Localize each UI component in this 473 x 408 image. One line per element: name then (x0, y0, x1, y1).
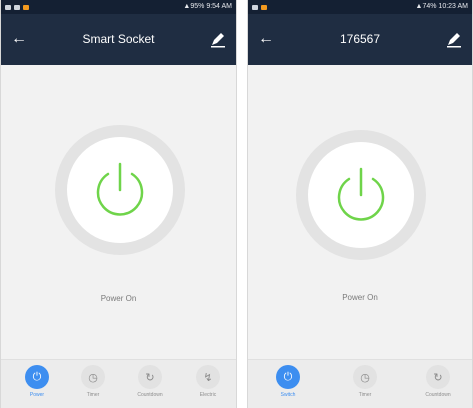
main-content: Power On ⏻ Switch ◷ Timer ↻ Countdown (248, 65, 472, 408)
bottom-tab-bar: ⏻ Power ◷ Timer ↻ Countdown ↯ Electric (1, 359, 236, 408)
timer-icon: ◷ (81, 365, 105, 389)
tab-countdown[interactable]: ↻ Countdown (125, 365, 175, 405)
power-button-face (67, 137, 173, 243)
app-bar: ← Smart Socket (1, 14, 236, 65)
power-status-label: Power On (100, 294, 137, 303)
page-title: 176567 (339, 32, 381, 46)
power-icon (96, 162, 144, 216)
tab-label: Timer (86, 392, 100, 398)
countdown-icon: ↻ (138, 365, 162, 389)
tab-power[interactable]: ⏻ Power (12, 365, 62, 405)
phone-screen-left: ▲​ 95% 9:54 AM ← Smart Socket Power On (0, 0, 237, 408)
tab-timer[interactable]: ◷ Timer (68, 365, 118, 405)
power-icon: ⏻ (276, 365, 300, 389)
power-button[interactable] (296, 130, 426, 260)
notification-icons (252, 0, 267, 14)
power-icon (337, 167, 385, 221)
bottom-tab-bar: ⏻ Switch ◷ Timer ↻ Countdown (248, 359, 472, 408)
main-content: Power On ⏻ Power ◷ Timer ↻ Countdown ↯ E… (1, 65, 236, 408)
status-bar: ▲​ 74% 10:23 AM (248, 0, 472, 14)
status-right: ▲​ 74% 10:23 AM (416, 0, 468, 14)
notification-icons (5, 0, 29, 14)
status-right: ▲​ 95% 9:54 AM (183, 0, 232, 14)
tab-switch[interactable]: ⏻ Switch (263, 365, 313, 405)
mail-notification-icon (14, 4, 20, 10)
back-arrow-icon[interactable]: ← (7, 27, 31, 51)
status-battery-time: 74% 10:23 AM (422, 3, 468, 10)
tab-label: Countdown (137, 392, 163, 398)
tab-label: Power (29, 392, 45, 398)
edit-pencil-icon[interactable] (444, 29, 464, 49)
photo-notification-icon (5, 4, 11, 10)
app-bar: ← 176567 (248, 14, 472, 65)
countdown-icon: ↻ (426, 365, 450, 389)
power-button[interactable] (55, 125, 185, 255)
power-button-face (308, 142, 414, 248)
tab-countdown[interactable]: ↻ Countdown (413, 365, 463, 405)
power-icon: ⏻ (25, 365, 49, 389)
status-battery-time: 95% 9:54 AM (190, 3, 232, 10)
app-notification-icon (261, 4, 267, 10)
tab-label: Electric (199, 392, 217, 398)
tab-electric[interactable]: ↯ Electric (183, 365, 233, 405)
tab-label: Switch (280, 392, 296, 398)
status-bar: ▲​ 95% 9:54 AM (1, 0, 236, 14)
timer-icon: ◷ (353, 365, 377, 389)
photo-notification-icon (252, 4, 258, 10)
phone-screen-right: ▲​ 74% 10:23 AM ← 176567 Power On ⏻ (247, 0, 473, 408)
tab-label: Countdown (425, 392, 451, 398)
page-title: Smart Socket (82, 32, 155, 46)
lightning-icon: ↯ (196, 365, 220, 389)
power-status-label: Power On (342, 293, 378, 302)
app-notification-icon (23, 4, 29, 10)
back-arrow-icon[interactable]: ← (254, 27, 278, 51)
tab-timer[interactable]: ◷ Timer (340, 365, 390, 405)
tab-label: Timer (358, 392, 372, 398)
edit-pencil-icon[interactable] (208, 29, 228, 49)
